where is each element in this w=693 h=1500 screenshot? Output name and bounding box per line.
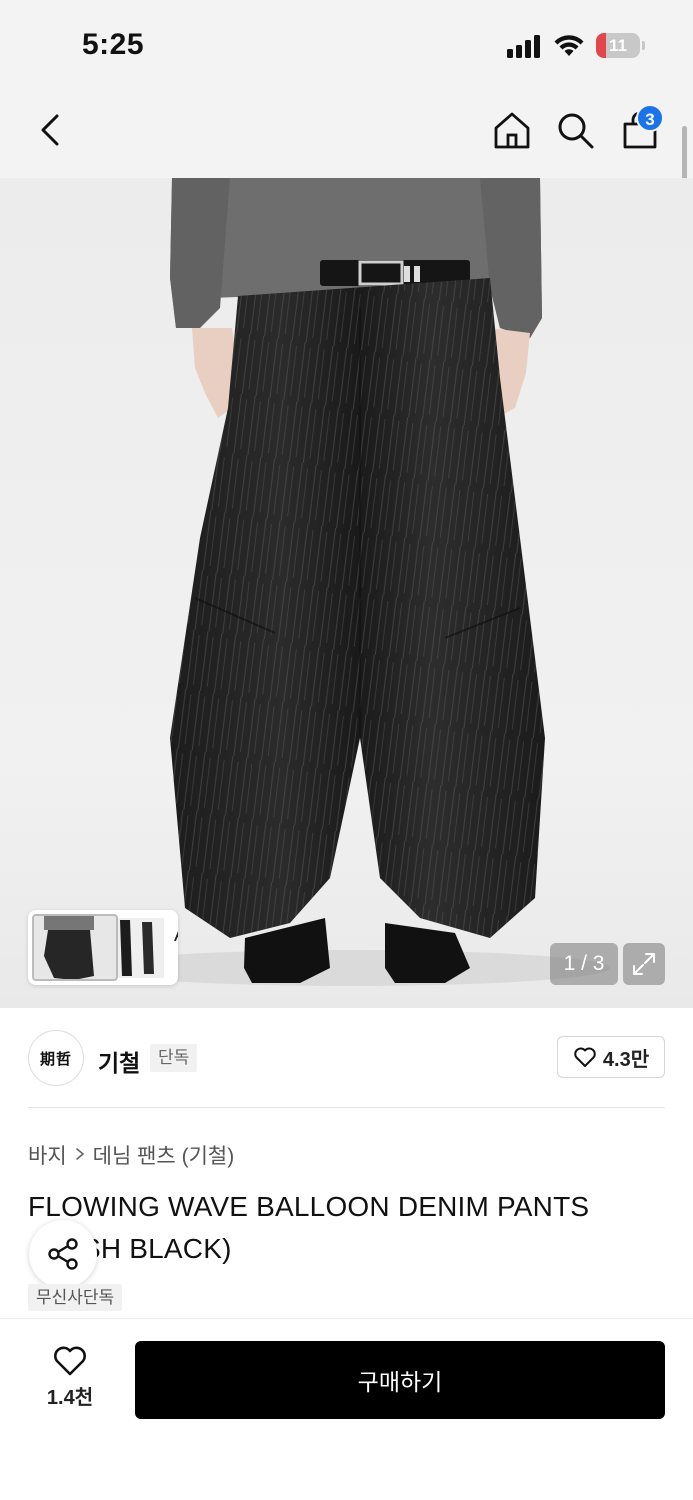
signal-icon — [507, 34, 543, 58]
product-title: FLOWING WAVE BALLOON DENIM PANTS (WASH B… — [28, 1191, 590, 1264]
product-image[interactable] — [0, 178, 693, 1008]
wishlist-count: 1.4천 — [46, 1387, 94, 1409]
product-photo — [90, 178, 610, 986]
status-bar: 5:25 11 — [0, 0, 693, 90]
brand-exclusive-tag: 단독 — [150, 1044, 198, 1072]
share-button[interactable] — [29, 1220, 97, 1288]
buy-button[interactable]: 구매하기 — [135, 1341, 665, 1419]
back-icon[interactable] — [30, 110, 70, 150]
heart-icon — [54, 1346, 86, 1376]
breadcrumb: 바지 데님 팬츠 (기철) — [28, 1140, 234, 1170]
musinsa-exclusive-tag: 무신사단독 — [28, 1284, 123, 1311]
chevron-right-icon — [75, 1145, 85, 1166]
brand-logo[interactable]: 期哲 — [28, 1030, 84, 1086]
image-counter: 1 / 3 — [550, 943, 618, 985]
breadcrumb-category[interactable]: 바지 — [28, 1140, 67, 1170]
search-icon[interactable] — [553, 108, 597, 152]
thumbnail-image — [32, 914, 118, 981]
brand-row: 期哲 기철 단독 4.3만 — [0, 1008, 693, 1108]
thumbnail-image — [118, 918, 164, 978]
brand-like-count: 4.3만 — [602, 1048, 650, 1071]
wishlist-button[interactable]: 1.4천 — [30, 1345, 110, 1415]
battery-level: 11 — [609, 36, 627, 55]
ai-label: AI — [174, 924, 178, 947]
ai-similar-items-card[interactable]: AI — [28, 910, 178, 985]
chevron-right-icon — [176, 952, 178, 975]
share-icon — [48, 1238, 78, 1270]
heart-icon — [574, 1047, 596, 1067]
divider — [28, 1107, 665, 1108]
cart-count-badge: 3 — [636, 104, 664, 132]
brand-name[interactable]: 기철 — [98, 1044, 140, 1078]
breadcrumb-subcategory[interactable]: 데님 팬츠 (기철) — [93, 1140, 235, 1170]
expand-icon[interactable] — [623, 943, 665, 985]
brand-like-button[interactable]: 4.3만 — [557, 1036, 665, 1078]
top-nav — [0, 90, 693, 178]
wifi-icon — [553, 32, 585, 58]
home-icon[interactable] — [490, 108, 534, 152]
battery-icon: 11 — [596, 33, 646, 58]
bottom-action-bar: 1.4천 구매하기 — [0, 1318, 693, 1500]
status-time: 5:25 — [82, 28, 145, 61]
